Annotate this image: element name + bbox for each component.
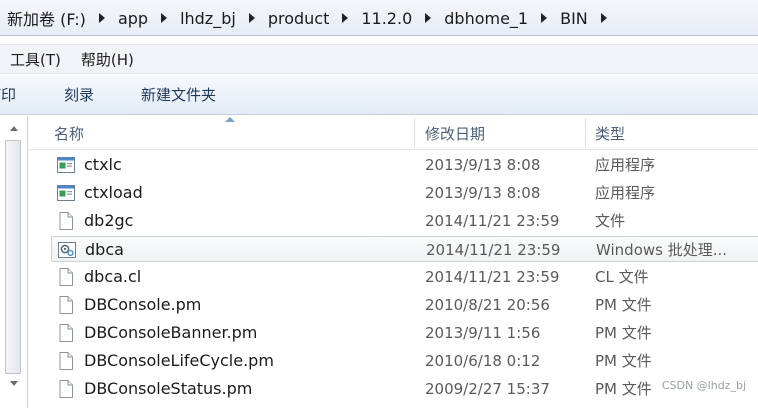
file-name: DBConsoleBanner.pm xyxy=(84,323,258,342)
application-icon xyxy=(56,155,76,175)
file-type: CL 文件 xyxy=(595,268,649,286)
file-type: PM 文件 xyxy=(595,296,652,314)
command-toolbar: 打印 刻录 新建文件夹 xyxy=(0,75,758,115)
column-type[interactable]: 类型 xyxy=(595,116,625,150)
file-row[interactable]: dbca.cl 2014/11/21 23:59 CL 文件 xyxy=(51,264,758,290)
file-icon xyxy=(56,323,76,343)
column-header: 名称 修改日期 类型 xyxy=(29,116,758,150)
menu-bar: 工具(T) 帮助(H) xyxy=(0,44,758,74)
file-type: PM 文件 xyxy=(595,324,652,342)
burn-button[interactable]: 刻录 xyxy=(64,75,94,115)
column-name[interactable]: 名称 xyxy=(54,116,84,150)
menu-tools[interactable]: 工具(T) xyxy=(0,49,71,70)
breadcrumb-item[interactable]: 新加卷 (F:) xyxy=(4,6,89,30)
breadcrumb-arrow-icon[interactable] xyxy=(425,13,432,23)
file-type: 应用程序 xyxy=(595,156,656,174)
breadcrumb-arrow-icon[interactable] xyxy=(541,13,548,23)
column-divider[interactable] xyxy=(585,118,586,148)
file-name: DBConsoleLifeCycle.pm xyxy=(84,351,274,370)
file-date-modified: 2010/6/18 0:12 xyxy=(425,352,541,370)
file-icon xyxy=(56,267,76,287)
file-name: ctxlc xyxy=(84,155,122,174)
file-name: db2gc xyxy=(84,211,134,230)
new-folder-button[interactable]: 新建文件夹 xyxy=(141,75,216,115)
breadcrumb-item[interactable]: dbhome_1 xyxy=(441,9,531,28)
file-row[interactable]: ctxload 2013/9/13 8:08 应用程序 xyxy=(51,180,758,206)
menu-help[interactable]: 帮助(H) xyxy=(71,49,144,70)
file-type: 应用程序 xyxy=(595,184,656,202)
breadcrumb-arrow-icon[interactable] xyxy=(98,13,105,23)
file-name: DBConsole.pm xyxy=(84,295,202,314)
column-date-modified[interactable]: 修改日期 xyxy=(425,116,485,150)
file-date-modified: 2013/9/11 1:56 xyxy=(425,324,541,342)
file-date-modified: 2010/8/21 20:56 xyxy=(425,296,550,314)
breadcrumb-arrow-icon[interactable] xyxy=(600,13,607,23)
breadcrumb-arrow-icon[interactable] xyxy=(161,13,168,23)
address-bar[interactable]: 新加卷 (F:) app lhdz_bj product 11.2.0 dbhome_1 B… xyxy=(0,0,758,36)
file-row[interactable]: dbca 2014/11/21 23:59 Windows 批处理... xyxy=(51,236,758,262)
sort-ascending-icon xyxy=(225,117,235,122)
file-date-modified: 2014/11/21 23:59 xyxy=(425,212,560,230)
file-list: ctxlc 2013/9/13 8:08 应用程序 ctxload 2013/9/13 … xyxy=(29,152,758,408)
file-icon xyxy=(56,379,76,399)
breadcrumb-item[interactable]: lhdz_bj xyxy=(177,9,239,28)
file-row[interactable]: DBConsoleStatus.pm 2009/2/27 15:37 PM 文件 xyxy=(51,376,758,402)
file-icon xyxy=(56,351,76,371)
file-date-modified: 2009/2/27 15:37 xyxy=(425,380,550,398)
file-row[interactable]: DBConsoleBanner.pm 2013/9/11 1:56 PM 文件 xyxy=(51,320,758,346)
breadcrumb-item[interactable]: app xyxy=(115,9,151,28)
file-type: PM 文件 xyxy=(595,352,652,370)
breadcrumb-arrow-icon[interactable] xyxy=(342,13,349,23)
file-type: 文件 xyxy=(595,212,626,230)
file-date-modified: 2013/9/13 8:08 xyxy=(425,184,541,202)
breadcrumb-arrow-icon[interactable] xyxy=(248,13,255,23)
file-row[interactable]: DBConsole.pm 2010/8/21 20:56 PM 文件 xyxy=(51,292,758,318)
scrollbar-thumb[interactable] xyxy=(5,140,21,374)
column-divider[interactable] xyxy=(414,118,415,148)
breadcrumb-item[interactable]: product xyxy=(265,9,333,28)
file-name: dbca xyxy=(85,240,124,259)
file-name: DBConsoleStatus.pm xyxy=(84,379,253,398)
scroll-up-arrow-icon[interactable] xyxy=(6,122,22,138)
file-row[interactable]: ctxlc 2013/9/13 8:08 应用程序 xyxy=(51,152,758,178)
file-row[interactable]: DBConsoleLifeCycle.pm 2010/6/18 0:12 PM 文件 xyxy=(51,348,758,374)
print-button[interactable]: 打印 xyxy=(0,75,16,115)
file-date-modified: 2013/9/13 8:08 xyxy=(425,156,541,174)
batch-file-icon xyxy=(57,240,77,260)
file-date-modified: 2014/11/21 23:59 xyxy=(426,241,561,259)
file-type: PM 文件 xyxy=(595,380,652,398)
breadcrumb-item[interactable]: 11.2.0 xyxy=(358,9,415,28)
breadcrumb: 新加卷 (F:) app lhdz_bj product 11.2.0 dbhome_1 B… xyxy=(4,0,617,36)
watermark: CSDN @lhdz_bj xyxy=(661,379,746,392)
file-name: ctxload xyxy=(84,183,143,202)
scroll-down-arrow-icon[interactable] xyxy=(6,376,22,392)
file-date-modified: 2014/11/21 23:59 xyxy=(425,268,560,286)
file-icon xyxy=(56,295,76,315)
file-row[interactable]: db2gc 2014/11/21 23:59 文件 xyxy=(51,208,758,234)
file-icon xyxy=(56,211,76,231)
file-name: dbca.cl xyxy=(84,267,142,286)
application-icon xyxy=(56,183,76,203)
file-type: Windows 批处理... xyxy=(596,241,728,259)
breadcrumb-item[interactable]: BIN xyxy=(557,9,591,28)
